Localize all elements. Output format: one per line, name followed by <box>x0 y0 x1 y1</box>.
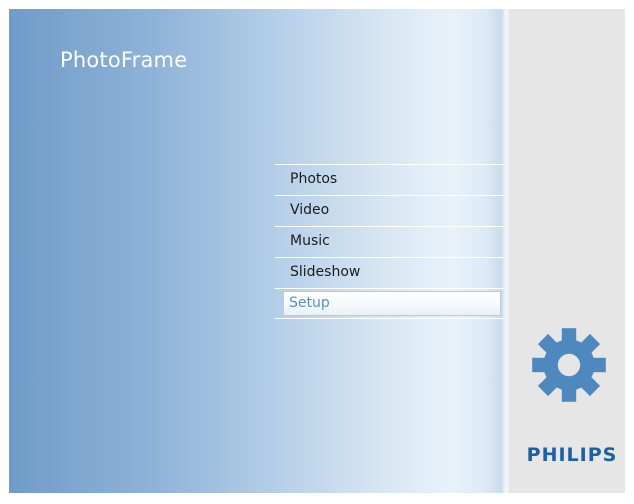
menu-item-video[interactable]: Video <box>275 195 504 226</box>
main-menu: Photos Video Music Slideshow Setup <box>275 164 504 319</box>
menu-item-setup[interactable]: Setup <box>275 288 504 319</box>
menu-item-slideshow[interactable]: Slideshow <box>275 257 504 288</box>
menu-item-label: Video <box>290 202 330 218</box>
menu-item-label: Slideshow <box>290 264 361 280</box>
app-title: PhotoFrame <box>60 48 188 72</box>
philips-logo: PHILIPS <box>526 444 618 466</box>
photoframe-screen: PhotoFrame Photos Video Music Slideshow … <box>9 9 625 493</box>
menu-item-music[interactable]: Music <box>275 226 504 257</box>
menu-item-photos[interactable]: Photos <box>275 164 504 195</box>
menu-item-label: Setup <box>289 295 330 311</box>
side-panel <box>511 9 625 493</box>
menu-item-label: Photos <box>290 171 338 187</box>
menu-item-label: Music <box>290 233 330 249</box>
gear-icon <box>532 328 606 402</box>
